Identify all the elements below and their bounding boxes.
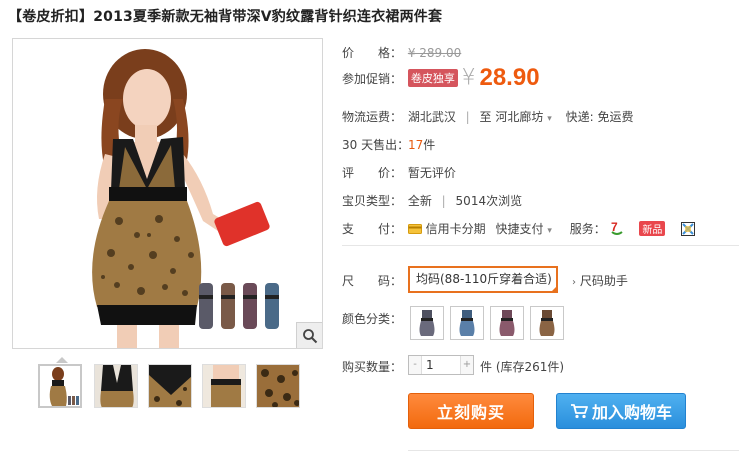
color-swatch-3[interactable] [490,306,524,340]
thumbnail-5[interactable] [256,364,300,408]
size-row: 尺 码： [342,272,404,289]
guarantee-icon[interactable] [681,222,696,236]
promo-price: 28.90 [479,64,540,91]
dress-thumbnail [459,310,475,336]
installment-link[interactable]: 信用卡分期 [407,222,490,236]
selected-corner-icon [550,285,558,293]
dress-thumbnail [539,310,555,336]
sales-count: 17 [408,138,424,152]
price-row: 价 格： ¥ 289.00 [342,44,461,61]
promo-row: 参加促销： 卷皮独享 ¥ 28.90 [342,64,540,92]
dress-thumbnail [419,310,435,336]
model-photo [13,39,322,348]
delivery-fee: 快递: 免运费 [565,110,634,124]
service-label: 服务： [569,222,606,236]
color-swatch-4[interactable] [530,306,564,340]
ship-from: 湖北武汉 [407,110,456,124]
thumbnail-image [95,365,137,407]
item-type-label: 宝贝类型： [342,194,403,208]
buy-now-button[interactable]: 立刻购买 [408,393,534,429]
magnifier-icon [302,328,317,343]
promo-currency: ¥ [461,65,476,91]
original-price: ¥ 289.00 [407,46,462,60]
rating-label: 评 价： [342,166,403,180]
color-swatch-2[interactable] [450,306,484,340]
chevron-down-icon: ▾ [547,114,552,124]
thumbnail-2[interactable] [94,364,138,408]
promo-label: 参加促销： [342,71,403,86]
rating-value: 暂无评价 [407,166,456,180]
chevron-right-icon: › [572,277,576,288]
seven-day-return-icon[interactable]: 7 [610,220,624,236]
size-helper-link[interactable]: › 尺码助手 [572,272,628,289]
quick-pay-select[interactable]: 快捷支付 ▾ [496,222,552,236]
quantity-decrease-button[interactable]: - [409,356,422,374]
thumbnail-image [257,365,299,407]
main-product-image[interactable] [12,38,323,349]
color-label: 颜色分类： [342,312,403,326]
view-count: 5014次浏览 [455,194,523,208]
thumbnail-image [149,365,191,407]
color-swatch-1[interactable] [410,306,444,340]
promo-tag: 卷皮独享 [407,69,458,87]
payment-label: 支 付： [342,222,403,236]
thumbnail-image [40,366,80,406]
zoom-button[interactable] [296,322,322,348]
sales-unit: 件 [423,138,436,152]
ship-to-select[interactable]: 河北廊坊 ▾ [495,110,551,124]
rating-row: 评 价： 暂无评价 [342,164,456,181]
shipping-row: 物流运费： 湖北武汉 | 至 河北廊坊 ▾ 快递: 免运费 [342,108,633,125]
thumbnail-image [203,365,245,407]
add-to-cart-button[interactable]: 加入购物车 [556,393,686,429]
ship-to-prefix: 至 [479,110,492,124]
divider-bar: | [465,110,470,124]
size-label: 尺 码： [342,274,403,288]
payment-row: 支 付： 信用卡分期 快捷支付 ▾ 服务： 7 新品 [342,220,696,237]
divider-bar: | [441,194,446,208]
installment-label: 信用卡分期 [425,222,486,236]
credit-card-icon [407,224,422,234]
thumbnail-3[interactable] [148,364,192,408]
sales-row: 30 天售出：17件 [342,136,435,153]
chevron-down-icon: ▾ [547,226,552,236]
size-helper-label: 尺码助手 [579,274,628,288]
product-title: 【卷皮折扣】2013夏季新款无袖背带深V豹纹露背针织连衣裙两件套 [8,9,443,25]
quantity-row: 购买数量： [342,358,404,375]
section-divider [342,245,739,246]
sales-label: 30 天售出： [342,138,410,152]
thumbnail-1[interactable] [38,364,82,408]
add-to-cart-label: 加入购物车 [591,403,672,422]
quantity-stepper: - + [408,355,474,375]
quick-pay-label: 快捷支付 [495,222,544,236]
bottom-divider [408,450,739,451]
dress-thumbnail [499,310,515,336]
thumbnail-4[interactable] [202,364,246,408]
ship-to: 河北廊坊 [495,110,544,124]
color-row: 颜色分类： [342,310,404,327]
size-option-selected[interactable]: 均码(88-110斤穿着合适) [408,266,558,293]
item-condition: 全新 [407,194,432,208]
item-type-row: 宝贝类型： 全新 | 5014次浏览 [342,192,522,209]
new-product-badge[interactable]: 新品 [639,221,666,236]
buy-now-label: 立刻购买 [436,403,505,422]
cart-icon [570,404,588,419]
quantity-input[interactable] [423,356,461,374]
svg-text:7: 7 [611,220,618,234]
stock-info: 件 (库存261件) [480,360,565,374]
price-label: 价 格： [342,46,403,60]
quantity-increase-button[interactable]: + [460,356,473,374]
size-option-label: 均码(88-110斤穿着合适) [416,272,552,286]
thumbnail-pointer [56,357,68,363]
shipping-label: 物流运费： [342,110,403,124]
quantity-label: 购买数量： [342,360,403,374]
